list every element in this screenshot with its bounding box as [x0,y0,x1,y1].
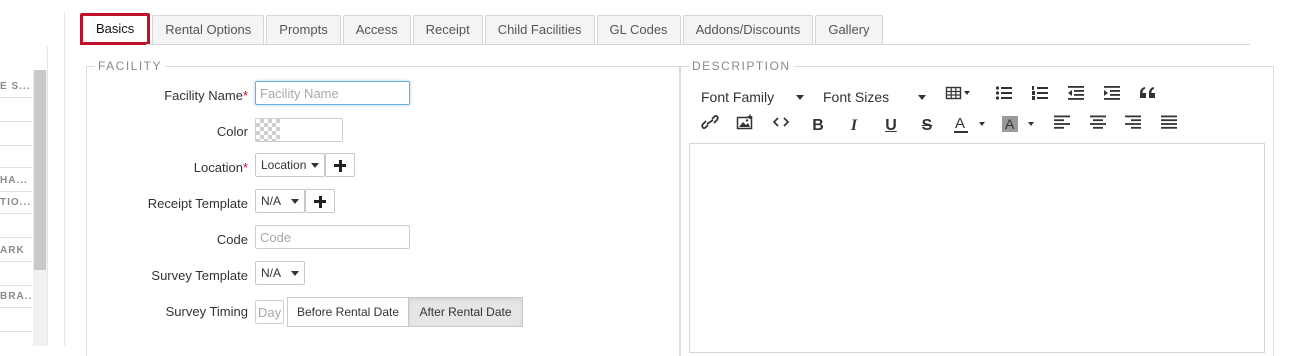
survey-template-value: N/A [261,266,282,280]
code-view-icon[interactable] [769,114,793,138]
svg-text:A: A [1005,116,1015,132]
receipt-template-select[interactable]: N/A [255,189,305,213]
side-list-item[interactable]: BRA... [0,286,32,308]
tab-prompts[interactable]: Prompts [266,15,341,45]
survey-timing-row: Survey Timing [48,300,248,324]
link-icon[interactable] [698,114,722,138]
location-row: Location* [48,156,248,180]
chevron-down-icon [291,199,299,204]
tab-gl-codes[interactable]: GL Codes [596,15,681,45]
background-color-icon[interactable]: A [1000,114,1040,138]
tab-access[interactable]: Access [342,15,411,45]
chevron-down-icon [291,271,299,276]
before-rental-date-button[interactable]: Before Rental Date [287,297,409,327]
side-list-item[interactable] [0,216,32,238]
tab-basics[interactable]: Basics [80,13,151,45]
scrollbar-thumb[interactable] [34,70,46,270]
receipt-template-row: Receipt Template [48,192,248,216]
receipt-template-label: Receipt Template [147,196,248,211]
side-list-item[interactable]: E S... [0,76,32,98]
survey-day-input[interactable] [255,300,284,324]
align-right-icon[interactable] [1121,114,1145,138]
bullet-list-icon[interactable] [992,85,1016,109]
receipt-template-value: N/A [261,194,282,208]
facility-name-input[interactable] [255,81,410,105]
strikethrough-icon[interactable]: S [915,114,939,138]
italic-icon[interactable]: I [842,114,866,138]
chevron-down-icon [918,95,926,100]
survey-timing-label: Survey Timing [165,304,248,319]
side-list-item[interactable]: HA... [0,170,32,192]
description-legend: DESCRIPTION [689,59,794,73]
tab-gallery[interactable]: Gallery [815,15,883,45]
location-select-value: Location [261,158,307,172]
svg-text:A: A [955,115,965,132]
font-color-icon[interactable]: A [951,114,991,138]
facility-name-label: Facility Name* [164,88,248,103]
blockquote-icon[interactable] [1136,85,1160,109]
tab-receipt[interactable]: Receipt [412,15,483,45]
description-editor[interactable] [689,143,1265,353]
location-select[interactable]: Location [255,153,325,177]
survey-template-row: Survey Template [48,264,248,288]
underline-icon[interactable]: U [879,114,903,138]
survey-template-select[interactable]: N/A [255,261,305,285]
tab-bar: Basics Rental Options Prompts Access Rec… [80,13,885,45]
code-label: Code [216,232,248,247]
side-list-item[interactable]: ARK [0,240,32,262]
side-list-item[interactable] [0,310,32,332]
bold-icon[interactable]: B [806,114,830,138]
code-row: Code [48,228,248,252]
side-list-item[interactable] [0,264,32,286]
tab-rental-options[interactable]: Rental Options [152,15,265,45]
side-list-item[interactable] [0,146,32,168]
facility-name-row: Facility Name* [48,84,248,108]
justify-icon[interactable] [1157,114,1181,138]
side-list-item[interactable] [0,100,32,122]
code-input[interactable] [255,225,410,249]
image-icon[interactable] [733,114,757,138]
transparent-swatch-icon [256,119,280,141]
color-picker[interactable] [255,118,343,142]
after-rental-date-button[interactable]: After Rental Date [408,297,523,327]
chevron-down-icon [796,95,804,100]
font-sizes-dropdown[interactable]: Font Sizes [822,85,930,109]
outdent-icon[interactable] [1064,85,1088,109]
add-location-button[interactable] [325,153,355,177]
indent-icon[interactable] [1100,85,1124,109]
side-list-item[interactable] [0,124,32,146]
tab-addons-discounts[interactable]: Addons/Discounts [682,15,814,45]
side-list-item[interactable]: TIO... [0,192,32,214]
table-icon[interactable] [942,85,976,109]
font-family-dropdown[interactable]: Font Family [700,85,808,109]
align-left-icon[interactable] [1050,114,1074,138]
location-label: Location* [193,160,248,175]
facility-legend: FACILITY [95,59,166,73]
color-label: Color [216,124,248,139]
numbered-list-icon[interactable] [1028,85,1052,109]
color-row: Color [48,120,248,144]
survey-template-label: Survey Template [151,268,248,283]
tab-child-facilities[interactable]: Child Facilities [484,15,595,45]
chevron-down-icon [311,163,319,168]
font-family-label: Font Family [701,89,775,105]
add-receipt-template-button[interactable] [305,189,335,213]
tab-underline [146,44,1250,45]
align-center-icon[interactable] [1086,114,1110,138]
font-sizes-label: Font Sizes [823,89,890,105]
